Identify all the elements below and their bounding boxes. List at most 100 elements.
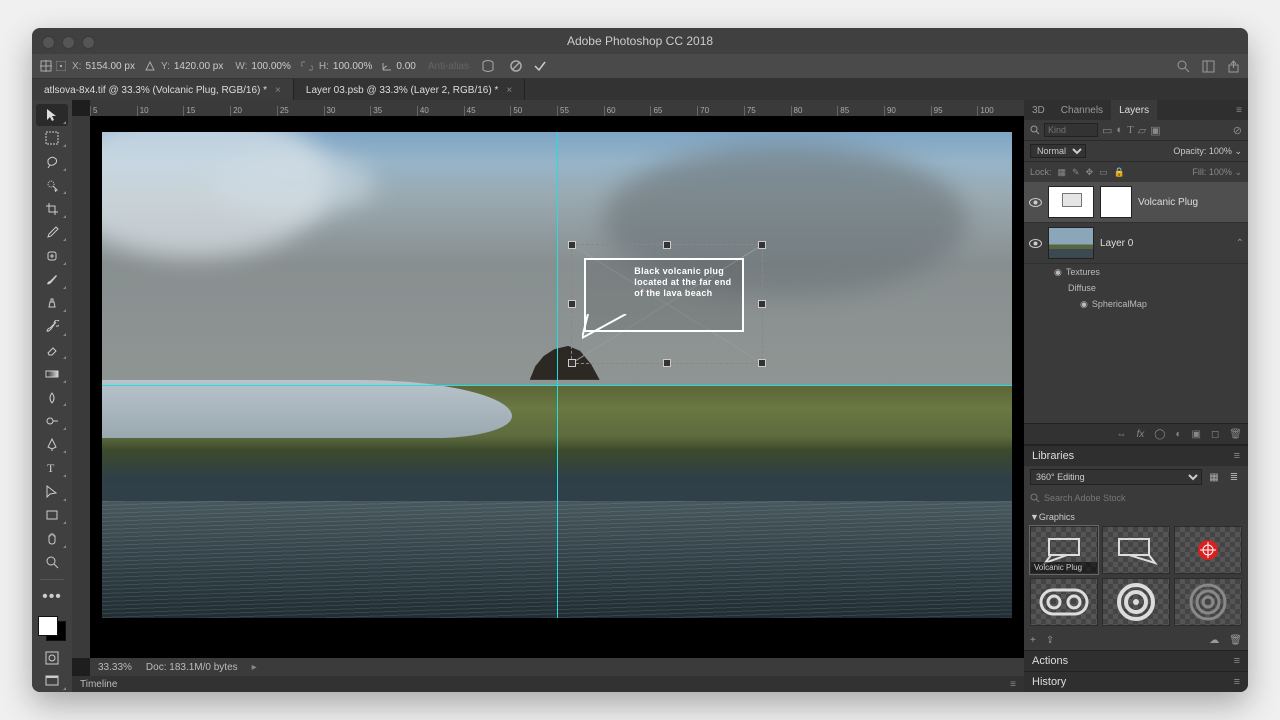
gradient-tool[interactable] [36, 363, 68, 385]
transform-handle[interactable] [663, 359, 671, 367]
library-search[interactable]: Search Adobe Stock [1024, 488, 1248, 508]
horizontal-ruler[interactable]: 5101520253035404550556065707580859095100 [90, 100, 1024, 116]
close-window-icon[interactable] [42, 36, 55, 49]
lock-brush-icon[interactable]: ✎ [1072, 167, 1080, 178]
history-brush-tool[interactable] [36, 316, 68, 338]
actions-panel-header[interactable]: Actions≡ [1024, 650, 1248, 671]
visibility-icon[interactable]: ◉ [1054, 267, 1062, 278]
group-icon[interactable]: ▣ [1192, 429, 1201, 440]
screen-mode-icon[interactable] [36, 670, 68, 692]
guide-vertical[interactable] [557, 132, 558, 618]
close-icon[interactable]: × [275, 85, 281, 96]
lock-all-icon[interactable]: 🔒 [1114, 167, 1125, 178]
hand-tool[interactable] [36, 528, 68, 550]
pen-tool[interactable] [36, 434, 68, 456]
filter-adjust-icon[interactable]: ◐ [1116, 124, 1123, 136]
layer-name[interactable]: Volcanic Plug [1138, 197, 1244, 208]
panel-menu-icon[interactable]: ≡ [1234, 450, 1240, 462]
transform-handle[interactable] [758, 300, 766, 308]
layer-filter-input[interactable] [1044, 123, 1098, 137]
canvas[interactable]: Black volcanic plug located at the far e… [90, 116, 1024, 658]
lock-artboard-icon[interactable]: ▭ [1099, 167, 1108, 178]
quick-mask-icon[interactable] [36, 647, 68, 669]
trash-icon[interactable]: 🗑 [1229, 635, 1242, 646]
commit-icon[interactable] [533, 59, 547, 73]
filter-toggle-icon[interactable]: ⊘ [1233, 124, 1242, 137]
cloud-icon[interactable]: ☁ [1209, 635, 1219, 646]
layer-sub-item[interactable]: Diffuse [1024, 280, 1248, 296]
color-swatches[interactable] [38, 616, 66, 641]
new-layer-icon[interactable]: ◻ [1211, 429, 1219, 440]
bottom-panel-bar[interactable]: Timeline ≡ [72, 676, 1024, 692]
crop-tool[interactable] [36, 198, 68, 220]
filter-shape-icon[interactable]: ▱ [1138, 124, 1146, 137]
type-tool[interactable]: T [36, 457, 68, 479]
library-select[interactable]: 360° Editing [1030, 469, 1202, 485]
tab-3d[interactable]: 3D [1024, 100, 1053, 120]
y-value[interactable]: 1420.00 px [174, 61, 224, 72]
chevron-down-icon[interactable]: ⌄ [1234, 146, 1242, 156]
zoom-window-icon[interactable] [82, 36, 95, 49]
zoom-level[interactable]: 33.33% [98, 662, 132, 673]
callout-graphic[interactable]: Black volcanic plug located at the far e… [584, 258, 744, 340]
upload-icon[interactable]: ⇪ [1046, 635, 1054, 646]
library-item[interactable] [1174, 526, 1242, 574]
chevron-down-icon[interactable]: ⌄ [1234, 167, 1242, 177]
path-select-tool[interactable] [36, 481, 68, 503]
transform-handle[interactable] [568, 359, 576, 367]
list-view-icon[interactable]: ≣ [1226, 469, 1242, 485]
search-icon[interactable] [1030, 125, 1040, 135]
healing-brush-tool[interactable] [36, 245, 68, 267]
h-value[interactable]: 100.00% [333, 61, 372, 72]
eraser-tool[interactable] [36, 340, 68, 362]
link-icon[interactable] [301, 61, 313, 71]
blur-tool[interactable] [36, 387, 68, 409]
chevron-down-icon[interactable]: ⌃ [1236, 238, 1244, 249]
tab-channels[interactable]: Channels [1053, 100, 1111, 120]
vertical-ruler[interactable] [72, 116, 90, 658]
panel-menu-icon[interactable]: ≡ [1234, 655, 1240, 667]
lock-position-icon[interactable]: ✥ [1086, 167, 1094, 178]
opacity-value[interactable]: 100% [1209, 146, 1232, 156]
library-group-header[interactable]: ▼ Graphics [1024, 508, 1248, 526]
doc-size[interactable]: Doc: 183.1M/0 bytes [146, 662, 238, 673]
quick-select-tool[interactable] [36, 175, 68, 197]
transform-handle[interactable] [568, 241, 576, 249]
libraries-panel-header[interactable]: Libraries≡ [1024, 445, 1248, 466]
guide-horizontal[interactable] [102, 385, 1012, 386]
filter-type-icon[interactable]: T [1127, 124, 1134, 136]
dodge-tool[interactable] [36, 410, 68, 432]
grid-view-icon[interactable]: ▦ [1206, 469, 1222, 485]
link-layers-icon[interactable]: ⇔ [1117, 429, 1127, 440]
layer-mask-thumbnail[interactable] [1100, 186, 1132, 218]
transform-handle[interactable] [758, 241, 766, 249]
add-icon[interactable]: + [1030, 635, 1036, 646]
x-value[interactable]: 5154.00 px [85, 61, 135, 72]
library-item[interactable] [1102, 526, 1170, 574]
warp-icon[interactable] [481, 59, 495, 73]
fill-value[interactable]: 100% [1209, 167, 1232, 177]
visibility-icon[interactable]: ◉ [1080, 299, 1088, 310]
filter-smart-icon[interactable]: ▣ [1150, 124, 1160, 137]
tab-layers[interactable]: Layers [1111, 100, 1157, 120]
edit-toolbar[interactable]: ••• [36, 586, 68, 608]
layer-row[interactable]: Volcanic Plug [1024, 182, 1248, 223]
transform-handle[interactable] [758, 359, 766, 367]
fx-icon[interactable]: fx [1137, 429, 1145, 440]
blend-mode-select[interactable]: Normal [1030, 144, 1086, 158]
document-tab[interactable]: atlsova-8x4.tif @ 33.3% (Volcanic Plug, … [32, 79, 294, 101]
marquee-tool[interactable] [36, 128, 68, 150]
library-item[interactable]: Volcanic Plug [1030, 526, 1098, 574]
frame-icon[interactable] [1202, 60, 1215, 73]
filter-image-icon[interactable]: ▭ [1102, 124, 1112, 137]
layer-thumbnail[interactable] [1048, 227, 1094, 259]
panel-menu-icon[interactable]: ≡ [1234, 676, 1240, 688]
layer-sub-item[interactable]: ◉SphericalMap [1024, 296, 1248, 312]
library-item[interactable] [1102, 578, 1170, 626]
library-item[interactable] [1174, 578, 1242, 626]
lasso-tool[interactable] [36, 151, 68, 173]
layer-name[interactable]: Layer 0 [1100, 238, 1230, 249]
minimize-window-icon[interactable] [62, 36, 75, 49]
trash-icon[interactable]: 🗑 [1229, 429, 1242, 440]
eyedropper-tool[interactable] [36, 222, 68, 244]
